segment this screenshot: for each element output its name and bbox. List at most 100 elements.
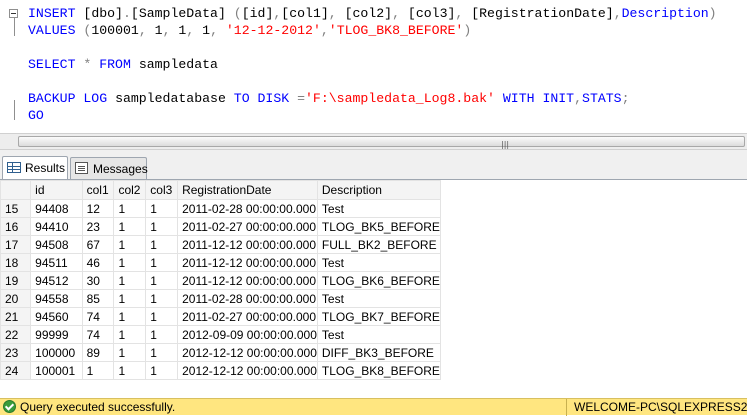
grid-cell[interactable]: Test: [316, 289, 442, 308]
code-token: 'TLOG_BK8_BEFORE': [328, 23, 464, 38]
table-row[interactable]: 17 94508 67 1 1 2011-12-12 00:00:00.000 FULL_B…: [0, 235, 442, 254]
row-number[interactable]: 24: [0, 361, 32, 380]
grid-cell[interactable]: 1: [145, 217, 179, 236]
grid-cell[interactable]: 74: [81, 325, 115, 344]
editor-horizontal-scrollbar[interactable]: |||: [0, 133, 747, 150]
grid-cell[interactable]: 2011-02-28 00:00:00.000: [177, 289, 318, 308]
grid-cell[interactable]: 85: [81, 289, 115, 308]
grid-cell[interactable]: 1: [145, 343, 179, 362]
grid-cell[interactable]: 1: [145, 199, 179, 218]
code-token: ;: [621, 91, 630, 106]
grid-cell[interactable]: 12: [81, 199, 115, 218]
grid-cell[interactable]: 2012-12-12 00:00:00.000: [177, 361, 318, 380]
grid-cell[interactable]: TLOG_BK6_BEFORE: [316, 271, 442, 290]
column-header[interactable]: col3: [145, 180, 179, 200]
grid-cell[interactable]: 2011-02-27 00:00:00.000: [177, 307, 318, 326]
grid-cell[interactable]: 1: [113, 343, 147, 362]
grid-cell[interactable]: 67: [81, 235, 115, 254]
tab-results[interactable]: Results: [2, 156, 68, 179]
row-number[interactable]: 21: [0, 307, 32, 326]
code-token: ,: [162, 23, 179, 38]
table-row[interactable]: 24 100001 1 1 1 2012-12-12 00:00:00.000 TLOG_B…: [0, 361, 442, 380]
row-number[interactable]: 20: [0, 289, 32, 308]
grid-cell[interactable]: 1: [145, 235, 179, 254]
grid-cell[interactable]: 100001: [30, 361, 83, 380]
grid-cell[interactable]: 1: [113, 289, 147, 308]
query-editor[interactable]: INSERT [dbo].[SampleData] ([id],[col1], …: [0, 0, 747, 133]
grid-cell[interactable]: TLOG_BK5_BEFORE: [316, 217, 442, 236]
grid-cell[interactable]: 1: [145, 325, 179, 344]
row-number[interactable]: 15: [0, 199, 32, 218]
row-number[interactable]: 17: [0, 235, 32, 254]
grid-cell[interactable]: 1: [113, 325, 147, 344]
table-row[interactable]: 23 100000 89 1 1 2012-12-12 00:00:00.000 DIFF_…: [0, 343, 442, 362]
grid-cell[interactable]: 2011-12-12 00:00:00.000: [177, 271, 318, 290]
grid-cell[interactable]: 94508: [30, 235, 83, 254]
grid-cell[interactable]: 46: [81, 253, 115, 272]
grid-cell[interactable]: 1: [113, 235, 147, 254]
grid-cell[interactable]: 1: [113, 217, 147, 236]
grid-cell[interactable]: 2011-12-12 00:00:00.000: [177, 253, 318, 272]
collapse-toggle[interactable]: [9, 9, 18, 18]
grid-cell[interactable]: 2012-09-09 00:00:00.000: [177, 325, 318, 344]
grid-cell[interactable]: 94408: [30, 199, 83, 218]
grid-cell[interactable]: 2011-02-28 00:00:00.000: [177, 199, 318, 218]
grid-cell[interactable]: 1: [145, 253, 179, 272]
row-number[interactable]: 16: [0, 217, 32, 236]
grid-cell[interactable]: 1: [113, 199, 147, 218]
row-number[interactable]: 19: [0, 271, 32, 290]
grid-cell[interactable]: DIFF_BK3_BEFORE: [316, 343, 442, 362]
grid-cell[interactable]: 23: [81, 217, 115, 236]
table-row[interactable]: 16 94410 23 1 1 2011-02-27 00:00:00.000 TLOG_B…: [0, 217, 442, 236]
tab-messages[interactable]: Messages: [70, 157, 148, 179]
grid-cell[interactable]: 2011-02-27 00:00:00.000: [177, 217, 318, 236]
column-header[interactable]: id: [30, 180, 83, 200]
table-row[interactable]: 20 94558 85 1 1 2011-02-28 00:00:00.000 Test: [0, 289, 442, 308]
grid-cell[interactable]: 1: [145, 361, 179, 380]
grid-cell[interactable]: 2012-12-12 00:00:00.000: [177, 343, 318, 362]
table-row[interactable]: 18 94511 46 1 1 2011-12-12 00:00:00.000 Test: [0, 253, 442, 272]
column-header[interactable]: RegistrationDate: [177, 180, 318, 200]
grid-cell[interactable]: 1: [145, 307, 179, 326]
grid-cell[interactable]: 1: [145, 289, 179, 308]
grid-cell[interactable]: 1: [113, 307, 147, 326]
row-number[interactable]: 22: [0, 325, 32, 344]
grid-cell[interactable]: 94560: [30, 307, 83, 326]
grid-cell[interactable]: 1: [81, 361, 115, 380]
grid-cell[interactable]: 94511: [30, 253, 83, 272]
column-header[interactable]: col1: [81, 180, 115, 200]
grid-cell[interactable]: 89: [81, 343, 115, 362]
row-number-header[interactable]: [0, 180, 32, 200]
grid-cell[interactable]: 2011-12-12 00:00:00.000: [177, 235, 318, 254]
grid-cell[interactable]: 1: [113, 271, 147, 290]
column-header[interactable]: Description: [316, 180, 442, 200]
grid-cell[interactable]: Test: [316, 325, 442, 344]
grid-cell[interactable]: 100000: [30, 343, 83, 362]
table-row[interactable]: 21 94560 74 1 1 2011-02-27 00:00:00.000 TLOG_B…: [0, 307, 442, 326]
tab-messages-label: Messages: [93, 162, 148, 176]
table-row[interactable]: 19 94512 30 1 1 2011-12-12 00:00:00.000 TLOG_B…: [0, 271, 442, 290]
grid-cell[interactable]: 94410: [30, 217, 83, 236]
table-row[interactable]: 22 99999 74 1 1 2012-09-09 00:00:00.000 Test: [0, 325, 442, 344]
grid-cell[interactable]: 1: [113, 361, 147, 380]
results-grid[interactable]: id col1 col2 col3 RegistrationDate Descriptio…: [0, 180, 442, 380]
grid-cell[interactable]: Test: [316, 253, 442, 272]
row-number[interactable]: 18: [0, 253, 32, 272]
column-header[interactable]: col2: [113, 180, 147, 200]
grid-cell[interactable]: 94558: [30, 289, 83, 308]
row-number[interactable]: 23: [0, 343, 32, 362]
grid-cell[interactable]: 94512: [30, 271, 83, 290]
code-token: ,: [210, 23, 226, 38]
scrollbar-thumb[interactable]: |||: [18, 136, 745, 149]
grid-cell[interactable]: 99999: [30, 325, 83, 344]
grid-cell[interactable]: FULL_BK2_BEFORE: [316, 235, 442, 254]
grid-cell[interactable]: TLOG_BK7_BEFORE: [316, 307, 442, 326]
grid-cell[interactable]: TLOG_BK8_BEFORE: [316, 361, 442, 380]
grid-cell[interactable]: 30: [81, 271, 115, 290]
grid-cell[interactable]: 74: [81, 307, 115, 326]
grid-cell[interactable]: 1: [113, 253, 147, 272]
grid-cell[interactable]: Test: [316, 199, 442, 218]
code-token: [col2]: [344, 6, 393, 21]
grid-cell[interactable]: 1: [145, 271, 179, 290]
table-row[interactable]: 15 94408 12 1 1 2011-02-28 00:00:00.000 Test: [0, 199, 442, 218]
